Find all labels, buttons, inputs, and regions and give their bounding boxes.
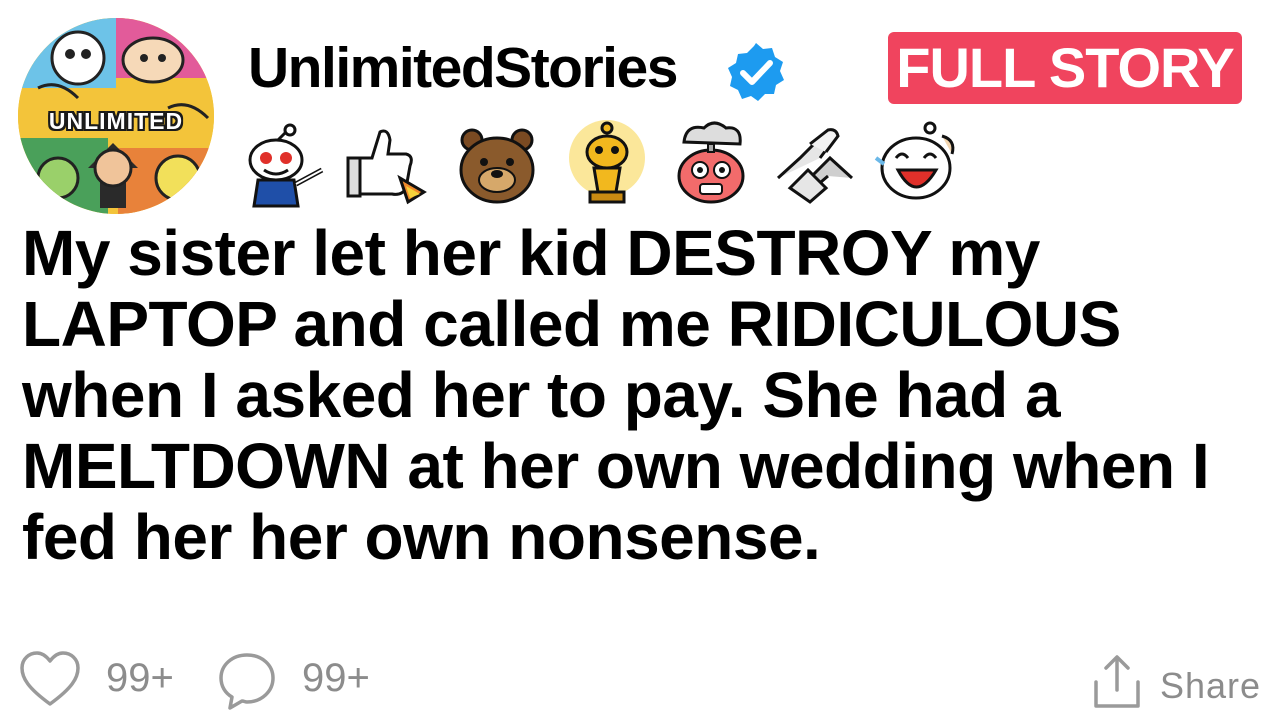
comment-count: 99+ xyxy=(302,656,370,700)
channel-avatar[interactable]: UNLIMITED xyxy=(18,18,214,214)
share-icon xyxy=(1094,655,1140,708)
gold-trophy-snoo-award-icon xyxy=(569,120,645,204)
share-label: Share xyxy=(1160,665,1262,706)
mind-blown-award-icon xyxy=(677,121,745,204)
share-button[interactable]: Share xyxy=(1090,648,1260,714)
handshake-award-icon xyxy=(776,128,854,204)
reddit-snoo-pointing-award-icon xyxy=(248,123,324,208)
bear-award-icon xyxy=(459,128,535,204)
comment-bubble-icon[interactable] xyxy=(216,650,278,712)
laughing-snoo-award-icon xyxy=(874,121,955,200)
like-count: 99+ xyxy=(106,656,174,700)
avatar-label: UNLIMITED xyxy=(48,108,184,134)
post-actions-bar: 99+ 99+ Share xyxy=(0,640,1280,720)
full-story-button[interactable]: FULL STORY xyxy=(888,32,1242,104)
awards-row xyxy=(236,118,996,208)
rocket-thumbs-up-award-icon xyxy=(346,129,427,205)
post-title: My sister let her kid DESTROY my LAPTOP … xyxy=(22,217,1210,573)
verified-badge-icon xyxy=(728,43,784,101)
heart-icon[interactable] xyxy=(18,650,82,710)
channel-username[interactable]: UnlimitedStories xyxy=(248,34,678,102)
